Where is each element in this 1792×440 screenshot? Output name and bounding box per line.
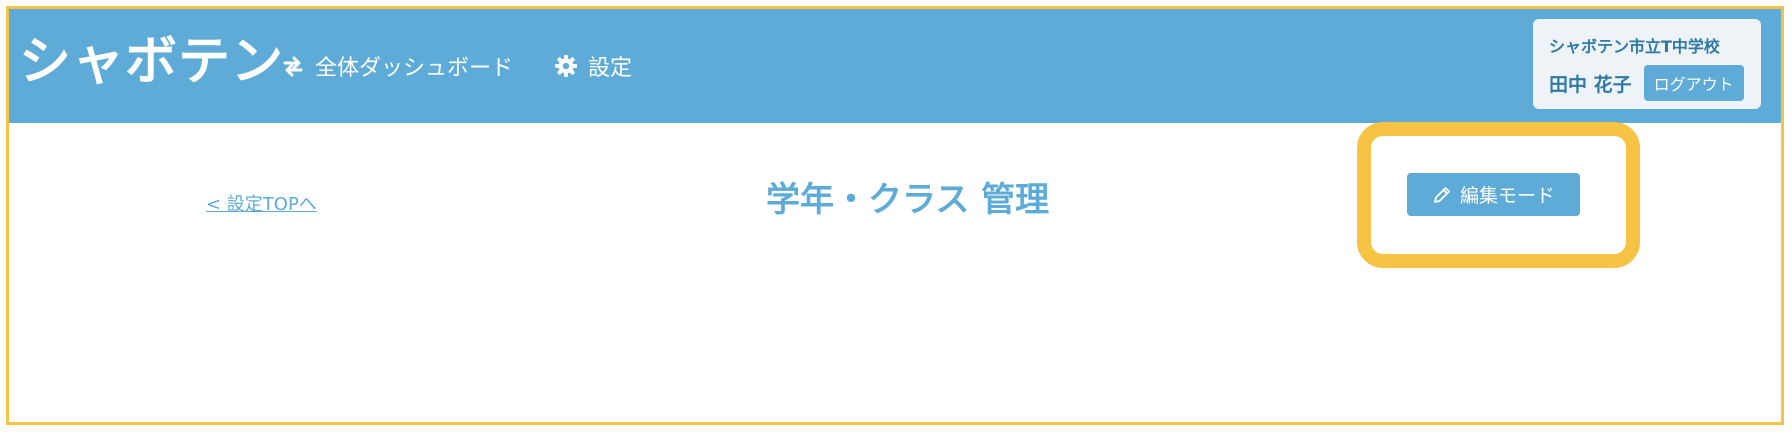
back-to-settings-link[interactable]: < 設定TOPへ bbox=[206, 190, 317, 216]
pencil-icon bbox=[1434, 186, 1450, 203]
edit-mode-button[interactable]: 編集モード bbox=[1407, 173, 1580, 216]
school-name: シャボテン市立T中学校 bbox=[1549, 37, 1720, 56]
nav-dashboard-label: 全体ダッシュボード bbox=[315, 56, 514, 81]
app-header: シャボテン 全体ダッシュボード 設定 シャボテン市立T中学校 田中 花子 ログア… bbox=[9, 9, 1781, 123]
edit-mode-label: 編集モード bbox=[1459, 185, 1555, 207]
user-name: 田中 花子 bbox=[1549, 73, 1632, 96]
user-panel: シャボテン市立T中学校 田中 花子 ログアウト bbox=[1533, 19, 1761, 109]
app-logo[interactable]: シャボテン bbox=[19, 27, 284, 97]
logout-button[interactable]: ログアウト bbox=[1643, 65, 1744, 101]
nav-dashboard[interactable]: 全体ダッシュボード bbox=[281, 51, 513, 81]
gear-icon bbox=[555, 55, 577, 77]
nav-settings[interactable]: 設定 bbox=[554, 51, 632, 81]
user-row: 田中 花子 ログアウト bbox=[1549, 65, 1745, 101]
nav-settings-label: 設定 bbox=[588, 56, 633, 81]
sync-icon bbox=[283, 56, 303, 77]
page-title: 学年・クラス 管理 bbox=[766, 180, 1050, 220]
